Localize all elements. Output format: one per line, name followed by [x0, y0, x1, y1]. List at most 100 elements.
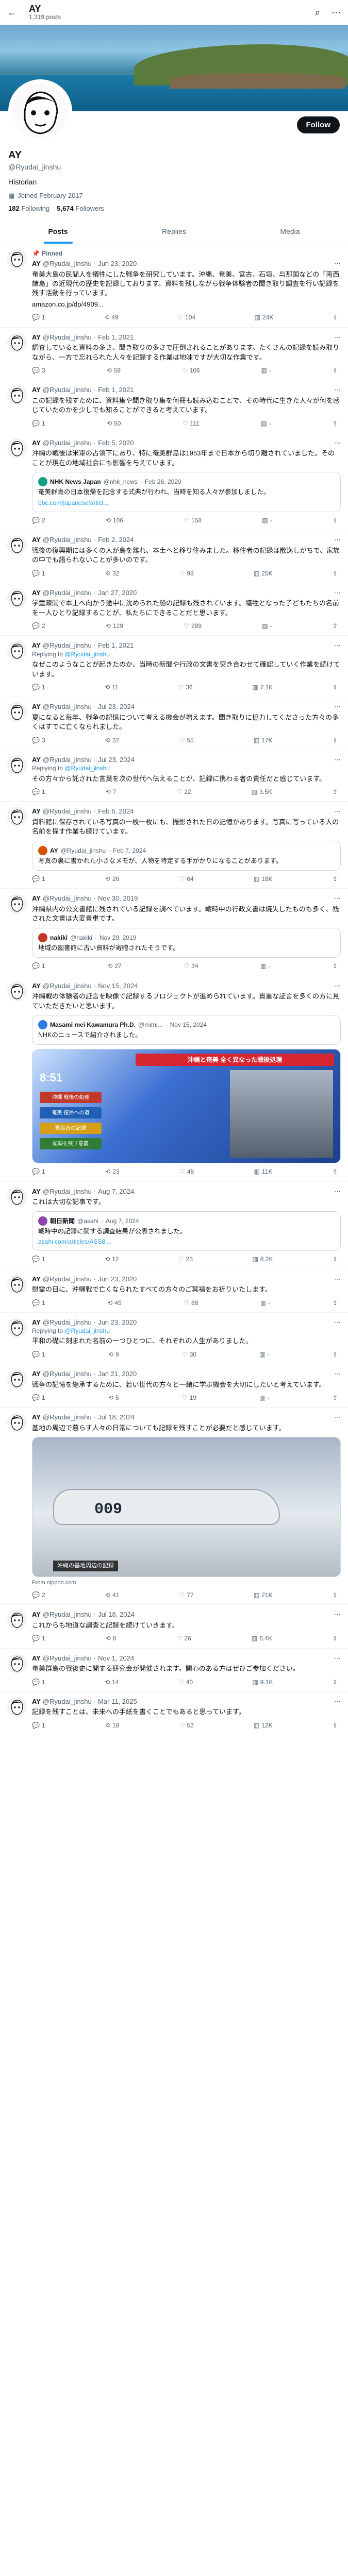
tweet-date[interactable]: Aug 7, 2024 — [98, 1187, 134, 1196]
avatar[interactable] — [7, 1653, 27, 1673]
reply-button[interactable]: 💬 1 — [32, 1350, 45, 1359]
avatar[interactable] — [7, 1274, 27, 1294]
share-button[interactable]: ⇪ — [333, 419, 338, 428]
reply-button[interactable]: 💬 1 — [32, 1167, 45, 1176]
author-name[interactable]: AY — [32, 1187, 41, 1196]
more-icon[interactable]: ⋯ — [334, 1187, 341, 1196]
avatar[interactable] — [7, 981, 27, 1001]
quote-link[interactable]: bbc.com/japanese/articl... — [38, 499, 335, 507]
tweet[interactable]: AY @Ryudai_jinshu · Jul 18, 2024 ⋯ これからも地道な調査… — [0, 1605, 348, 1649]
author-name[interactable]: AY — [32, 438, 41, 448]
author-handle[interactable]: @Ryudai_jinshu — [43, 894, 92, 903]
avatar[interactable] — [7, 807, 27, 827]
share-button[interactable]: ⇪ — [333, 1634, 338, 1642]
reply-button[interactable]: 💬 1 — [32, 962, 45, 970]
author-handle[interactable]: @Ryudai_jinshu — [43, 1369, 92, 1379]
tweet-date[interactable]: Mar 11, 2025 — [98, 1697, 137, 1706]
avatar[interactable] — [7, 894, 27, 914]
share-button[interactable]: ⇪ — [333, 683, 338, 691]
more-icon[interactable]: ⋯ — [334, 702, 341, 711]
reply-target-link[interactable]: @Ryudai_jinshu — [64, 651, 110, 658]
repost-button[interactable]: ⟲ 8 — [106, 1634, 117, 1642]
author-handle[interactable]: @Ryudai_jinshu — [43, 535, 92, 545]
author-handle[interactable]: @Ryudai_jinshu — [43, 755, 92, 765]
author-name[interactable]: AY — [32, 1318, 41, 1327]
like-button[interactable]: ♡ 64 — [179, 875, 194, 883]
author-name[interactable]: AY — [32, 333, 41, 342]
author-name[interactable]: AY — [32, 641, 41, 650]
views-button[interactable]: ▥ 21K — [254, 1591, 273, 1599]
more-icon[interactable]: ⋯ — [334, 1413, 341, 1422]
reply-button[interactable]: 💬 2 — [32, 516, 45, 524]
tweet-link[interactable]: amazon.co.jp/dp/4909... — [32, 300, 341, 309]
reply-button[interactable]: 💬 1 — [32, 569, 45, 578]
views-button[interactable]: ▥ 7.1K — [252, 683, 273, 691]
author-handle[interactable]: @Ryudai_jinshu — [43, 1318, 92, 1327]
like-button[interactable]: ♡ 36 — [178, 683, 192, 691]
share-button[interactable]: ⇪ — [333, 875, 338, 883]
author-handle[interactable]: @Ryudai_jinshu — [43, 588, 92, 598]
avatar[interactable] — [7, 755, 27, 775]
like-button[interactable]: ♡ 88 — [184, 1299, 198, 1307]
share-button[interactable]: ⇪ — [333, 569, 338, 578]
share-button[interactable]: ⇪ — [333, 1167, 338, 1176]
repost-button[interactable]: ⟲ 7 — [106, 788, 117, 796]
share-button[interactable]: ⇪ — [333, 1394, 338, 1402]
avatar[interactable] — [7, 588, 27, 608]
tweet-date[interactable]: Jul 18, 2024 — [98, 1413, 135, 1422]
tweet-date[interactable]: Feb 5, 2020 — [98, 438, 134, 448]
author-name[interactable]: AY — [32, 807, 41, 816]
profile-avatar[interactable] — [8, 79, 72, 143]
views-button[interactable]: ▥ 9.1K — [252, 1678, 273, 1686]
tweet-date[interactable]: Jun 23, 2020 — [98, 259, 137, 268]
more-icon[interactable]: ⋯ — [334, 588, 341, 598]
share-button[interactable]: ⇪ — [333, 788, 338, 796]
more-icon[interactable]: ⋯ — [334, 259, 341, 268]
share-button[interactable]: ⇪ — [333, 1299, 338, 1307]
views-button[interactable]: ▥ 17K — [254, 736, 273, 744]
avatar[interactable] — [7, 702, 27, 722]
share-button[interactable]: ⇪ — [333, 622, 338, 630]
reply-button[interactable]: 💬 1 — [32, 1634, 45, 1642]
author-name[interactable]: AY — [32, 1697, 41, 1706]
author-handle[interactable]: @Ryudai_jinshu — [43, 1275, 92, 1284]
more-icon[interactable]: ⋯ — [330, 7, 342, 18]
more-icon[interactable]: ⋯ — [334, 1697, 341, 1706]
author-handle[interactable]: @Ryudai_jinshu — [43, 333, 92, 342]
views-button[interactable]: ▥ - — [261, 366, 271, 375]
repost-button[interactable]: ⟲ 32 — [105, 569, 119, 578]
reply-button[interactable]: 💬 1 — [32, 419, 45, 428]
views-button[interactable]: ▥ - — [262, 516, 272, 524]
author-handle[interactable]: @Ryudai_jinshu — [43, 641, 92, 650]
views-button[interactable]: ▥ - — [262, 622, 272, 630]
tweet[interactable]: AY @Ryudai_jinshu · Jun 23, 2020 ⋯ 慰霊の日に、沖縄戦で… — [0, 1269, 348, 1313]
tweet[interactable]: AY @Ryudai_jinshu · Feb 1, 2021 ⋯ 調査していると資料の多… — [0, 328, 348, 381]
author-handle[interactable]: @Ryudai_jinshu — [43, 259, 92, 268]
author-handle[interactable]: @Ryudai_jinshu — [43, 385, 92, 395]
like-button[interactable]: ♡ 48 — [179, 1167, 194, 1176]
tweet[interactable]: AY @Ryudai_jinshu · Jan 27, 2020 ⋯ 学童疎開で本土へ向か… — [0, 583, 348, 636]
author-name[interactable]: AY — [32, 1369, 41, 1379]
like-button[interactable]: ♡ 55 — [179, 736, 194, 744]
tweet[interactable]: 📌 Pinned AY @Ryudai_jinshu · Jun 23, 2020 ⋯ 奄美大… — [0, 244, 348, 328]
reply-button[interactable]: 💬 2 — [32, 622, 45, 630]
author-name[interactable]: AY — [32, 1413, 41, 1422]
tweet[interactable]: AY @Ryudai_jinshu · Feb 2, 2024 ⋯ 戦後の復興期には多くの… — [0, 530, 348, 583]
tweet[interactable]: AY @Ryudai_jinshu · Feb 5, 2020 ⋯ 沖縄の戦後は米軍の占領… — [0, 433, 348, 531]
share-button[interactable]: ⇪ — [333, 962, 338, 970]
repost-button[interactable]: ⟲ 12 — [105, 1255, 119, 1263]
views-button[interactable]: ▥ 6.4K — [252, 1634, 272, 1642]
tweet-date[interactable]: Jun 23, 2020 — [98, 1275, 137, 1284]
repost-button[interactable]: ⟲ 45 — [107, 1299, 121, 1307]
more-icon[interactable]: ⋯ — [334, 438, 341, 448]
author-name[interactable]: AY — [32, 1275, 41, 1284]
views-button[interactable]: ▥ 18K — [254, 875, 273, 883]
reply-button[interactable]: 💬 1 — [32, 1299, 45, 1307]
like-button[interactable]: ♡ 52 — [179, 1721, 194, 1730]
more-icon[interactable]: ⋯ — [334, 894, 341, 903]
repost-button[interactable]: ⟲ 23 — [105, 1167, 119, 1176]
share-button[interactable]: ⇪ — [333, 1591, 338, 1599]
repost-button[interactable]: ⟲ 27 — [107, 962, 121, 970]
avatar[interactable] — [7, 641, 27, 661]
tweet[interactable]: AY @Ryudai_jinshu · Jul 23, 2024 ⋯ Replying t… — [0, 750, 348, 802]
